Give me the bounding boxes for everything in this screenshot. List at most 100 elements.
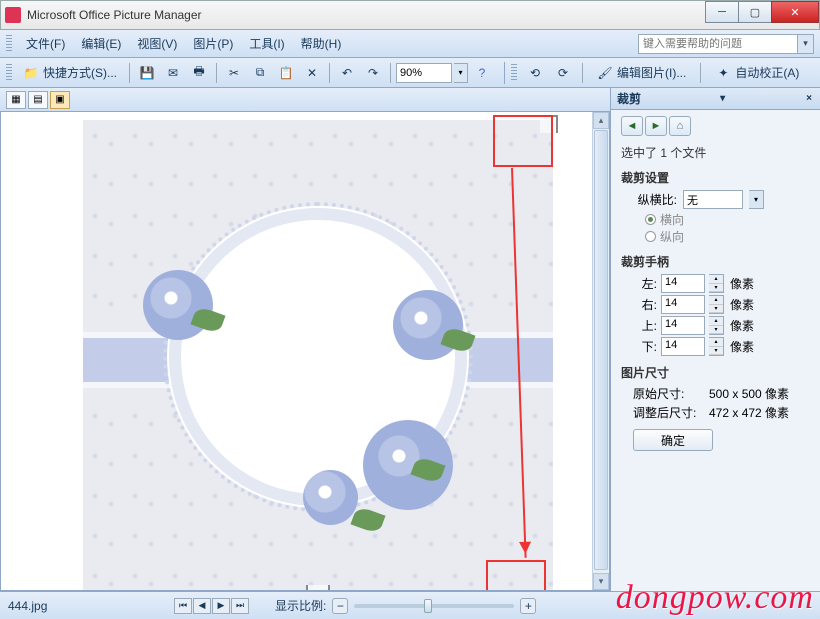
taskpane-title: 裁剪 (617, 90, 641, 107)
paste-button[interactable]: 📋 (274, 62, 298, 84)
minimize-button[interactable]: ─ (705, 1, 739, 23)
unit-label: 像素 (730, 317, 754, 334)
cut-icon: ✂ (226, 65, 242, 81)
slider-thumb[interactable] (424, 599, 432, 613)
edit-picture-button[interactable]: 🖌编辑图片(I)... (590, 62, 693, 84)
picture-canvas[interactable] (83, 120, 553, 590)
next-button[interactable]: ▶ (212, 598, 230, 614)
menu-edit[interactable]: 编辑(E) (73, 32, 129, 55)
taskpane-menu-icon[interactable]: ▾ (718, 93, 727, 104)
orig-size-label: 原始尺寸: (633, 385, 703, 402)
spinner[interactable]: ▴▾ (709, 337, 724, 356)
aspect-ratio-label: 纵横比: (633, 191, 677, 208)
edit-picture-label: 编辑图片(I)... (617, 64, 686, 81)
bottom-label: 下: (633, 338, 657, 355)
pane-back-button[interactable]: ◄ (621, 116, 643, 136)
pane-home-button[interactable]: ⌂ (669, 116, 691, 136)
first-button[interactable]: ⏮ (174, 598, 192, 614)
picture-flower (303, 470, 358, 525)
zoom-slider[interactable] (354, 604, 514, 608)
shortcut-label: 快捷方式(S)... (43, 64, 117, 81)
rotate-left-button[interactable]: ⟲ (523, 62, 547, 84)
mail-icon: ✉ (165, 65, 181, 81)
radio-icon (645, 231, 656, 242)
separator (129, 63, 130, 83)
aspect-ratio-select[interactable]: 无 (683, 190, 743, 209)
undo-button[interactable]: ↶ (335, 62, 359, 84)
toolbar: 📁快捷方式(S)... 💾 ✉ 🖶 ✂ ⧉ 📋 ✕ ↶ ↷ 90% ▾ ? ⟲ … (0, 58, 820, 88)
redo-icon: ↷ (365, 65, 381, 81)
grip-icon (511, 64, 517, 82)
auto-correct-button[interactable]: ✦自动校正(A) (708, 62, 806, 84)
zoom-dropdown-icon[interactable]: ▾ (454, 63, 468, 83)
pager: ⏮ ◀ ▶ ⏭ (174, 598, 249, 614)
auto-correct-label: 自动校正(A) (735, 64, 799, 81)
spinner[interactable]: ▴▾ (709, 316, 724, 335)
new-size-value: 472 x 472 像素 (709, 404, 789, 421)
last-button[interactable]: ⏭ (231, 598, 249, 614)
delete-icon: ✕ (304, 65, 320, 81)
spinner[interactable]: ▴▾ (709, 274, 724, 293)
mail-button[interactable]: ✉ (161, 62, 185, 84)
top-label: 上: (633, 317, 657, 334)
landscape-label: 横向 (660, 211, 684, 228)
cut-button[interactable]: ✂ (222, 62, 246, 84)
zoom-out-button[interactable]: − (332, 598, 348, 614)
redo-button[interactable]: ↷ (361, 62, 385, 84)
scrollbar-thumb[interactable] (594, 130, 608, 570)
scroll-down-icon[interactable]: ▾ (593, 573, 609, 590)
filmstrip-view-button[interactable]: ▤ (28, 91, 48, 109)
crop-bottom-input[interactable]: 14 (661, 337, 705, 356)
copy-button[interactable]: ⧉ (248, 62, 272, 84)
spinner[interactable]: ▴▾ (709, 295, 724, 314)
close-button[interactable]: ✕ (771, 1, 819, 23)
print-button[interactable]: 🖶 (187, 62, 211, 84)
help-button[interactable]: ? (470, 62, 494, 84)
maximize-button[interactable]: ▢ (738, 1, 772, 23)
help-search-input[interactable] (638, 34, 798, 54)
portrait-radio[interactable]: 纵向 (645, 228, 810, 245)
landscape-radio[interactable]: 横向 (645, 211, 810, 228)
rotate-left-icon: ⟲ (527, 65, 543, 81)
pane-forward-button[interactable]: ► (645, 116, 667, 136)
new-size-label: 调整后尺寸: (633, 404, 703, 421)
thumbnail-view-button[interactable]: ▦ (6, 91, 26, 109)
zoom-in-button[interactable]: + (520, 598, 536, 614)
shortcut-button[interactable]: 📁快捷方式(S)... (16, 62, 124, 84)
vertical-scrollbar[interactable]: ▴ ▾ (592, 112, 609, 590)
crop-settings-heading: 裁剪设置 (621, 169, 810, 186)
menu-bar: 文件(F) 编辑(E) 视图(V) 图片(P) 工具(I) 帮助(H) ▾ (0, 30, 820, 58)
orig-size-value: 500 x 500 像素 (709, 385, 789, 402)
shortcut-icon: 📁 (23, 65, 39, 81)
crop-left-input[interactable]: 14 (661, 274, 705, 293)
ok-button[interactable]: 确定 (633, 429, 713, 451)
save-button[interactable]: 💾 (135, 62, 159, 84)
annotation-box (493, 115, 553, 167)
single-view-button[interactable]: ▣ (50, 91, 70, 109)
menu-file[interactable]: 文件(F) (18, 32, 73, 55)
help-dropdown-icon[interactable]: ▾ (798, 34, 814, 54)
picture-flower (143, 270, 213, 340)
rotate-right-button[interactable]: ⟳ (551, 62, 575, 84)
separator (390, 63, 391, 83)
delete-button[interactable]: ✕ (300, 62, 324, 84)
zoom-input[interactable]: 90% (396, 63, 452, 83)
app-icon (5, 7, 21, 23)
prev-button[interactable]: ◀ (193, 598, 211, 614)
separator (582, 63, 583, 83)
window-title: Microsoft Office Picture Manager (27, 8, 202, 22)
rotate-right-icon: ⟳ (555, 65, 571, 81)
ok-label: 确定 (661, 432, 685, 449)
menu-tools[interactable]: 工具(I) (241, 32, 292, 55)
dropdown-icon[interactable]: ▾ (749, 190, 764, 209)
scroll-up-icon[interactable]: ▴ (593, 112, 609, 129)
menu-view[interactable]: 视图(V) (129, 32, 185, 55)
crop-top-input[interactable]: 14 (661, 316, 705, 335)
taskpane-close-icon[interactable]: × (804, 93, 814, 104)
separator (700, 63, 701, 83)
separator (329, 63, 330, 83)
menu-picture[interactable]: 图片(P) (185, 32, 241, 55)
crop-right-input[interactable]: 14 (661, 295, 705, 314)
status-bar: 444.jpg ⏮ ◀ ▶ ⏭ 显示比例: − + (0, 591, 820, 619)
menu-help[interactable]: 帮助(H) (293, 32, 350, 55)
